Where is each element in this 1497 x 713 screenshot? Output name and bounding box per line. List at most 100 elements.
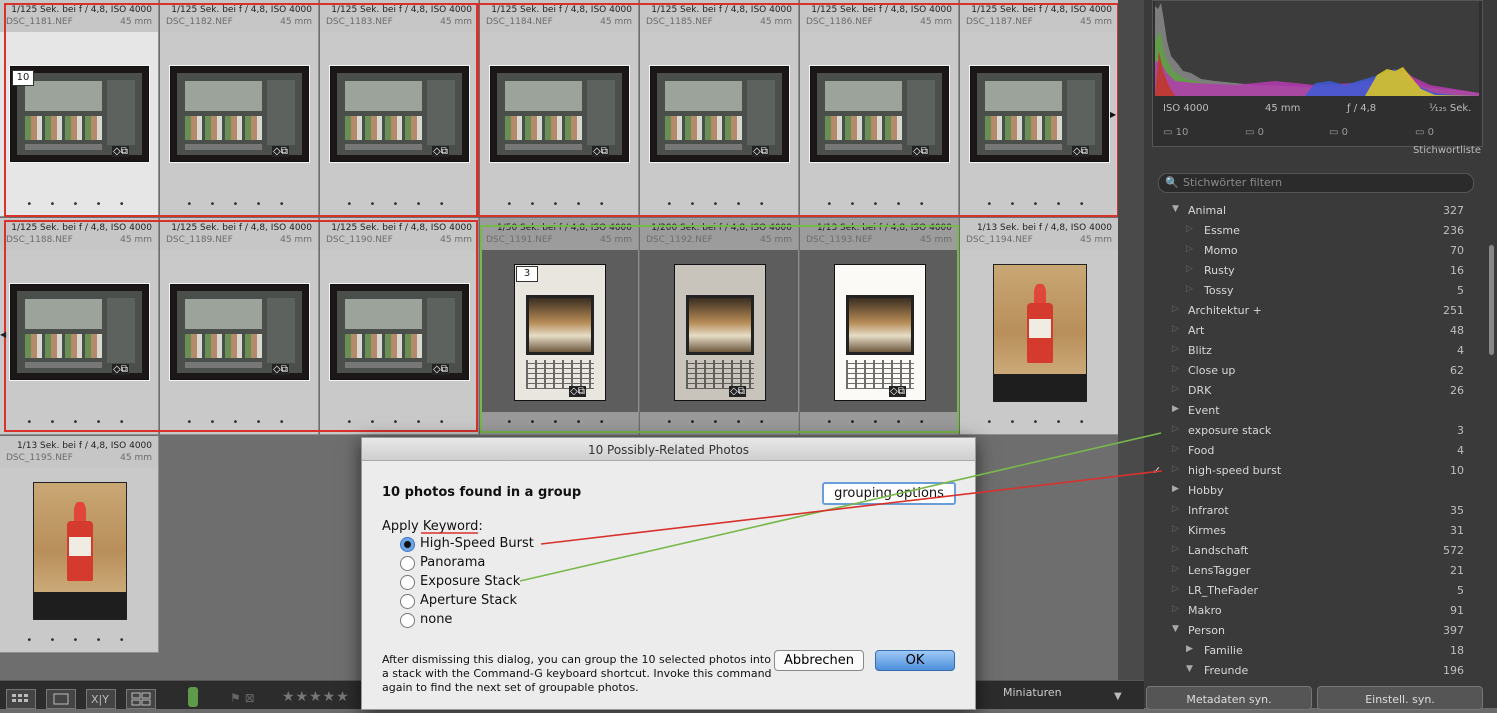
keyword-name: Food [1188, 444, 1215, 457]
disclosure-triangle-icon[interactable]: ▷ [1172, 524, 1179, 534]
keyword-name: Close up [1188, 364, 1236, 377]
keyword-count: 196 [1443, 664, 1464, 677]
grid-view-button[interactable] [6, 689, 36, 709]
photo-thumbnail[interactable] [993, 264, 1087, 402]
keyword-name: Event [1188, 404, 1220, 417]
flag-icon[interactable]: ⚑ ⊠ [230, 691, 255, 705]
keyword-item[interactable]: ▷ Kirmes 31 [1144, 521, 1474, 541]
ok-button[interactable]: OK [875, 650, 955, 671]
disclosure-triangle-icon[interactable]: ▶ [1172, 404, 1179, 414]
photo-cell[interactable]: 1/13 Sek. bei f / 4,8, ISO 4000 DSC_1194.… [960, 218, 1119, 435]
keyword-item[interactable]: ▷ DRK 26 [1144, 381, 1474, 401]
keyword-count: 70 [1450, 244, 1464, 257]
keyword-item[interactable]: ▷ Tossy 5 [1144, 281, 1474, 301]
keyword-count: 48 [1450, 324, 1464, 337]
disclosure-triangle-icon[interactable]: ▷ [1172, 424, 1179, 434]
keyword-item[interactable]: ▷ Momo 70 [1144, 241, 1474, 261]
histo-focal: 45 mm [1265, 103, 1301, 114]
painter-icon[interactable] [188, 687, 198, 707]
keyword-name: Momo [1204, 244, 1238, 257]
keyword-name: Makro [1188, 604, 1222, 617]
disclosure-triangle-icon[interactable]: ▷ [1172, 304, 1179, 314]
disclosure-triangle-icon[interactable]: ▶ [1186, 644, 1193, 654]
keyword-name: LensTagger [1188, 564, 1251, 577]
keyword-item[interactable]: ▶ Hobby [1144, 481, 1474, 501]
disclosure-triangle-icon[interactable]: ▷ [1186, 284, 1193, 294]
keyword-item[interactable]: ▶ Familie 18 [1144, 641, 1474, 661]
compare-view-button[interactable]: X|Y [86, 689, 116, 709]
keyword-item[interactable]: ▷ Blitz 4 [1144, 341, 1474, 361]
disclosure-triangle-icon[interactable]: ▶ [1172, 484, 1179, 494]
keyword-count: 397 [1443, 624, 1464, 637]
disclosure-triangle-icon[interactable]: ▷ [1186, 264, 1193, 274]
disclosure-triangle-icon[interactable]: ▷ [1172, 504, 1179, 514]
grid-left-arrow-icon[interactable]: ◀ [0, 330, 6, 339]
disclosure-triangle-icon[interactable]: ▷ [1172, 584, 1179, 594]
keyword-item[interactable]: ▷ LR_TheFader 5 [1144, 581, 1474, 601]
disclosure-triangle-icon[interactable]: ▷ [1172, 324, 1179, 334]
keyword-item[interactable]: ▼ Person 397 [1144, 621, 1474, 641]
disclosure-triangle-icon[interactable]: ▷ [1172, 564, 1179, 574]
disclosure-triangle-icon[interactable]: ▷ [1172, 604, 1179, 614]
keyword-item[interactable]: ▷ Landschaft 572 [1144, 541, 1474, 561]
keyword-item[interactable]: ▷ Architektur + 251 [1144, 301, 1474, 321]
cell-rating-dots[interactable]: • • • • • [0, 635, 158, 646]
disclosure-triangle-icon[interactable]: ▷ [1172, 364, 1179, 374]
grid-right-arrow-icon[interactable]: ▶ [1110, 110, 1116, 119]
right-panel: ISO 4000 45 mm ƒ / 4,8 ¹⁄₁₂₅ Sek. ▭ 10 ▭… [1144, 0, 1497, 708]
keyword-name: high-speed burst [1188, 464, 1282, 477]
keyword-count: 327 [1443, 204, 1464, 217]
histogram-plot [1155, 1, 1479, 96]
keyword-list-header[interactable]: Stichwortliste [1152, 145, 1481, 157]
cancel-button[interactable]: Abbrechen [774, 650, 864, 671]
keyword-item[interactable]: ▷ Food 4 [1144, 441, 1474, 461]
grid-scrollbar[interactable] [1118, 0, 1144, 680]
toolbar-menu-chevron-icon[interactable]: ▼ [1114, 691, 1122, 702]
keyword-item[interactable]: ▷ Essme 236 [1144, 221, 1474, 241]
keyword-item[interactable]: ▷ Infrarot 35 [1144, 501, 1474, 521]
disclosure-triangle-icon[interactable]: ▼ [1172, 624, 1179, 634]
disclosure-triangle-icon[interactable]: ▼ [1172, 204, 1179, 214]
keyword-count: 3 [1457, 424, 1464, 437]
photo-cell[interactable]: 1/13 Sek. bei f / 4,8, ISO 4000 DSC_1195.… [0, 436, 159, 653]
grouping-options-button[interactable]: grouping options [822, 482, 956, 505]
keyword-item[interactable]: ▷ LensTagger 21 [1144, 561, 1474, 581]
keyword-item[interactable]: ▼ Animal 327 [1144, 201, 1474, 221]
keyword-item[interactable]: ✓ ▷ high-speed burst 10 [1144, 461, 1474, 481]
disclosure-triangle-icon[interactable]: ▷ [1172, 464, 1179, 474]
keyword-scrollbar[interactable] [1489, 245, 1494, 355]
disclosure-triangle-icon[interactable]: ▷ [1186, 244, 1193, 254]
loupe-view-button[interactable] [46, 689, 76, 709]
keyword-item[interactable]: ▼ Freunde 196 [1144, 661, 1474, 681]
disclosure-triangle-icon[interactable]: ▷ [1172, 344, 1179, 354]
disclosure-triangle-icon[interactable]: ▷ [1172, 384, 1179, 394]
cell-rating-dots[interactable]: • • • • • [960, 417, 1118, 428]
photo-thumbnail[interactable] [33, 482, 127, 620]
sync-settings-button[interactable]: Einstell. syn. [1317, 686, 1483, 710]
keyword-item[interactable]: ▷ exposure stack 3 [1144, 421, 1474, 441]
keyword-filter-input[interactable]: 🔍 Stichwörter filtern [1158, 173, 1474, 193]
dialog-headline: 10 photos found in a group [382, 485, 582, 500]
keyword-item[interactable]: ▷ Makro 91 [1144, 601, 1474, 621]
disclosure-triangle-icon[interactable]: ▷ [1172, 544, 1179, 554]
keyword-item[interactable]: ▷ Close up 62 [1144, 361, 1474, 381]
survey-view-button[interactable] [126, 689, 156, 709]
keyword-count: 5 [1457, 584, 1464, 597]
keyword-item[interactable]: ▶ Event [1144, 401, 1474, 421]
disclosure-triangle-icon[interactable]: ▷ [1172, 444, 1179, 454]
keyword-name: Art [1188, 324, 1205, 337]
keyword-name: Blitz [1188, 344, 1212, 357]
keyword-name: Animal [1188, 204, 1227, 217]
radio-selected-icon [400, 537, 415, 552]
cell-focal: 45 mm [120, 453, 152, 463]
rating-stars-icon[interactable]: ★★★★★ [282, 689, 350, 705]
disclosure-triangle-icon[interactable]: ▷ [1186, 224, 1193, 234]
radio-icon [400, 556, 415, 571]
keyword-count: 236 [1443, 224, 1464, 237]
keyword-item[interactable]: ▷ Rusty 16 [1144, 261, 1474, 281]
disclosure-triangle-icon[interactable]: ▼ [1186, 664, 1193, 674]
sync-metadata-button[interactable]: Metadaten syn. [1146, 686, 1312, 710]
keyword-item[interactable]: ▷ Art 48 [1144, 321, 1474, 341]
keyword-count: 251 [1443, 304, 1464, 317]
radio-icon [400, 575, 415, 590]
